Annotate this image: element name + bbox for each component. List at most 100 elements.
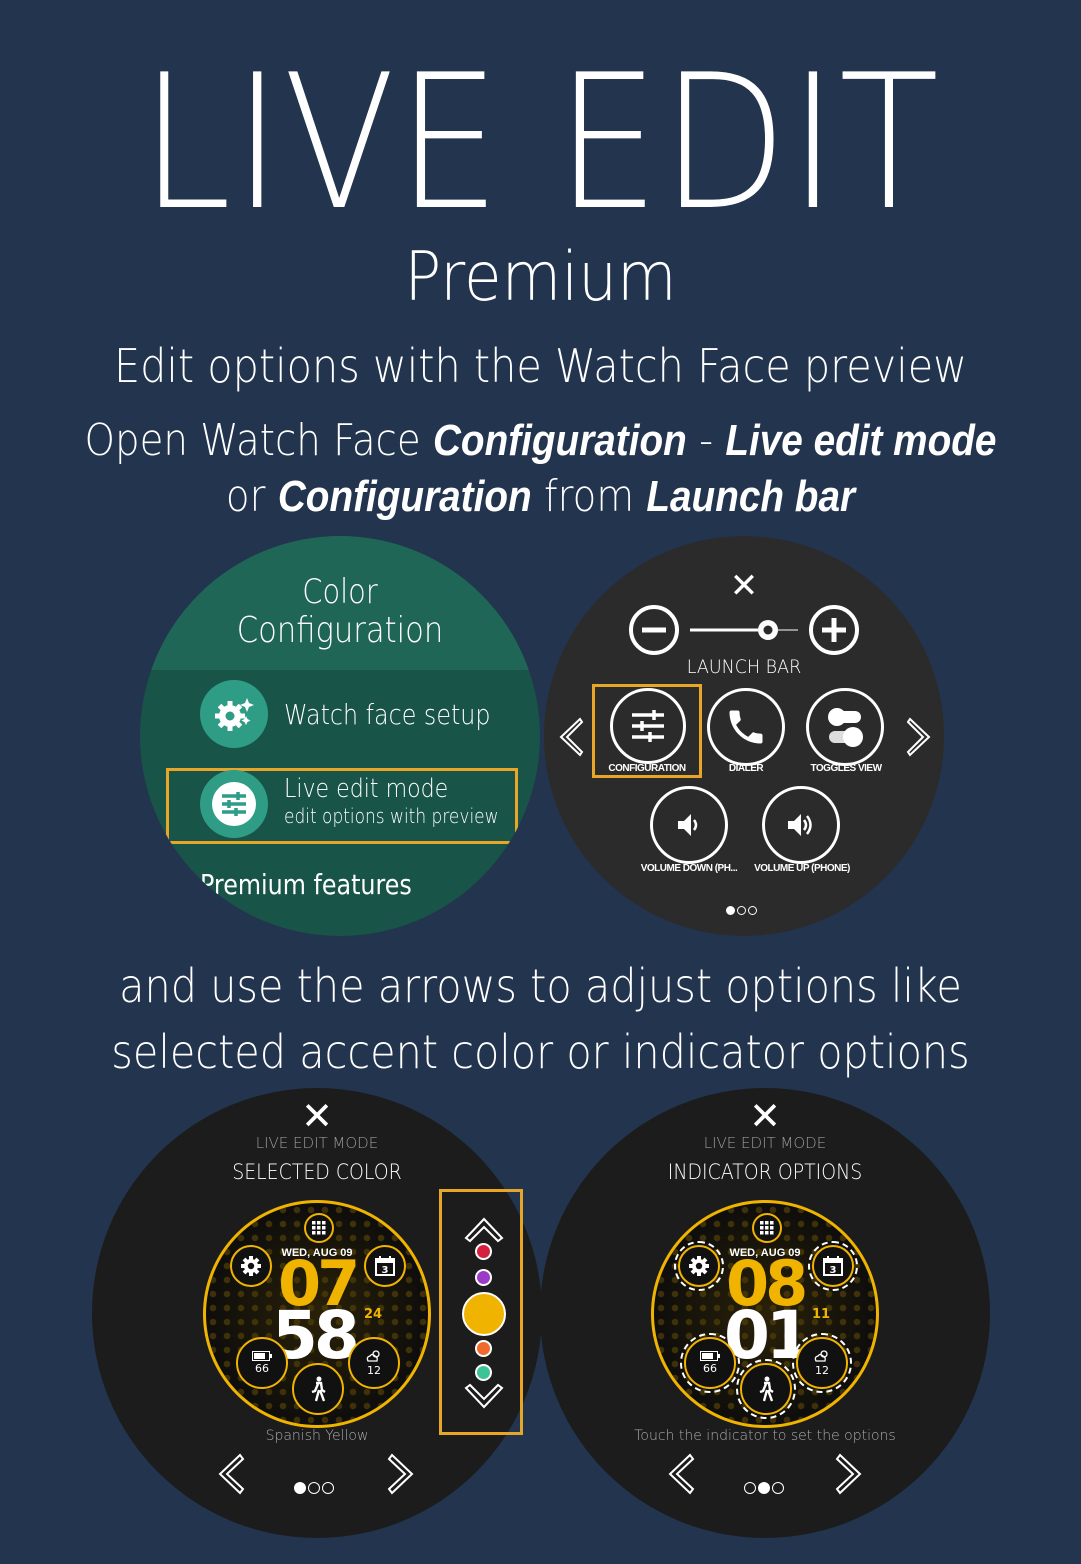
config-title-line1: Color <box>302 572 378 612</box>
sliders-icon[interactable] <box>200 770 268 838</box>
text: or <box>225 471 278 522</box>
close-icon[interactable]: ✕ <box>540 1094 990 1139</box>
description-line-1: Edit options with the Watch Face preview <box>113 339 968 393</box>
gear-icon <box>689 1256 709 1276</box>
menu-item-live-edit-sublabel: edit options with preview <box>284 804 499 828</box>
page-dot <box>322 1482 334 1494</box>
toggles-icon <box>828 708 863 747</box>
launch-item-dialer[interactable] <box>707 688 785 766</box>
chevron-right-icon[interactable] <box>386 1452 418 1496</box>
description-line-5: selected accent color or indicator optio… <box>111 1025 970 1079</box>
chevron-right-icon[interactable] <box>834 1452 866 1496</box>
close-icon[interactable]: ✕ <box>544 566 944 606</box>
battery-value: 66 <box>703 1362 717 1375</box>
menu-item-watch-face-setup[interactable]: Watch face setup <box>284 698 490 731</box>
walking-icon <box>759 1376 774 1402</box>
description-line-4: and use the arrows to adjust options lik… <box>119 959 962 1013</box>
emphasis-configuration: Configuration <box>432 416 687 465</box>
option-title: SELECTED COLOR <box>232 1160 402 1184</box>
color-swatch[interactable] <box>475 1269 492 1286</box>
launch-item-volume-up[interactable] <box>762 786 840 864</box>
label-dialer: DIALER <box>728 763 764 774</box>
text: from <box>531 471 647 522</box>
color-swatch[interactable] <box>475 1340 492 1357</box>
calendar-complication[interactable]: 3 <box>364 1245 406 1287</box>
weather-complication[interactable]: 12 <box>792 1333 852 1393</box>
color-swatch[interactable] <box>475 1243 492 1260</box>
seconds-digits: 11 <box>812 1307 831 1322</box>
page-dot-active <box>758 1482 770 1494</box>
page-indicator <box>726 906 757 915</box>
chevron-right-icon[interactable] <box>906 716 934 758</box>
config-header: Color Configuration <box>140 536 540 670</box>
label-volume-down: VOLUME DOWN (PH... <box>640 863 738 874</box>
color-configuration-watch: Color Configuration Watch face setup Liv… <box>140 536 540 936</box>
page-indicator <box>294 1482 334 1494</box>
weather-value: 12 <box>367 1364 381 1377</box>
color-swatch-selected[interactable] <box>462 1292 506 1336</box>
calendar-complication[interactable]: 3 <box>808 1241 858 1291</box>
launch-item-configuration[interactable] <box>610 688 686 764</box>
chevron-left-icon[interactable] <box>664 1452 696 1496</box>
emphasis-launch-bar: Launch bar <box>646 472 856 521</box>
page-dot <box>308 1482 320 1494</box>
chevron-left-icon[interactable] <box>556 716 584 758</box>
battery-complication[interactable]: 66 <box>680 1333 740 1393</box>
weather-complication[interactable]: 12 <box>348 1337 400 1389</box>
label-volume-up: VOLUME UP (PHONE) <box>754 863 850 874</box>
live-edit-indicator-watch: ✕ LIVE EDIT MODE INDICATOR OPTIONS WED, … <box>540 1088 990 1538</box>
chevron-up-icon[interactable] <box>462 1214 506 1244</box>
mode-label: LIVE EDIT MODE <box>703 1134 827 1152</box>
color-picker <box>439 1189 523 1435</box>
volume-up-icon <box>788 814 812 836</box>
weather-value: 12 <box>815 1364 829 1377</box>
calendar-icon: 3 <box>823 1256 843 1276</box>
section-premium-features: Premium features <box>200 868 412 901</box>
hint-text: Touch the indicator to set the options <box>634 1428 896 1444</box>
menu-item-live-edit-mode[interactable]: Live edit mode <box>284 774 448 804</box>
steps-complication[interactable] <box>292 1363 344 1415</box>
page-dot-active <box>294 1482 306 1494</box>
launch-bar-title: LAUNCH BAR <box>686 656 802 678</box>
launch-item-toggles-view[interactable] <box>806 688 884 766</box>
emphasis-live-edit-mode: Live edit mode <box>725 416 997 465</box>
close-icon[interactable]: ✕ <box>92 1094 542 1139</box>
launch-item-volume-down[interactable] <box>650 786 728 864</box>
watch-face-preview: WED, AUG 09 3 07 58 24 66 12 <box>203 1200 431 1428</box>
page-dot <box>737 906 746 915</box>
svg-text:3: 3 <box>830 1265 837 1276</box>
apps-icon[interactable] <box>752 1213 782 1243</box>
watch-face-preview: WED, AUG 09 3 08 01 11 66 12 <box>651 1200 879 1428</box>
description-line-2: Open Watch Face Configuration - Live edi… <box>65 414 1016 468</box>
gear-icon <box>241 1256 261 1276</box>
apps-icon[interactable] <box>304 1213 334 1243</box>
chevron-down-icon[interactable] <box>462 1382 506 1412</box>
weather-icon <box>814 1350 828 1362</box>
page-dot <box>772 1482 784 1494</box>
page-dot <box>744 1482 756 1494</box>
svg-text:3: 3 <box>382 1265 389 1276</box>
sliders-icon <box>632 710 664 742</box>
battery-icon <box>252 1351 272 1361</box>
seconds-digits: 24 <box>364 1307 383 1322</box>
option-title: INDICATOR OPTIONS <box>667 1160 863 1184</box>
chevron-left-icon[interactable] <box>214 1452 246 1496</box>
text: - <box>686 415 726 466</box>
volume-down-icon <box>678 814 698 836</box>
color-swatch[interactable] <box>475 1364 492 1381</box>
launch-bar-watch: ✕ LAUNCH BAR CONFIGURATION DIALER TOGGLE… <box>544 536 944 936</box>
settings-complication[interactable] <box>674 1241 724 1291</box>
steps-complication[interactable] <box>736 1359 796 1419</box>
battery-complication[interactable]: 66 <box>236 1337 288 1389</box>
settings-complication[interactable] <box>230 1245 272 1287</box>
gear-sparkle-icon[interactable] <box>200 680 268 748</box>
page-subtitle: Premium <box>404 238 677 317</box>
battery-icon <box>700 1351 720 1361</box>
mode-label: LIVE EDIT MODE <box>255 1134 379 1152</box>
config-title-line2: Configuration <box>236 610 444 651</box>
battery-value: 66 <box>255 1362 269 1375</box>
brightness-slider[interactable] <box>626 604 866 660</box>
page-indicator <box>744 1482 784 1494</box>
walking-icon <box>311 1376 326 1402</box>
page-dot-active <box>726 906 735 915</box>
